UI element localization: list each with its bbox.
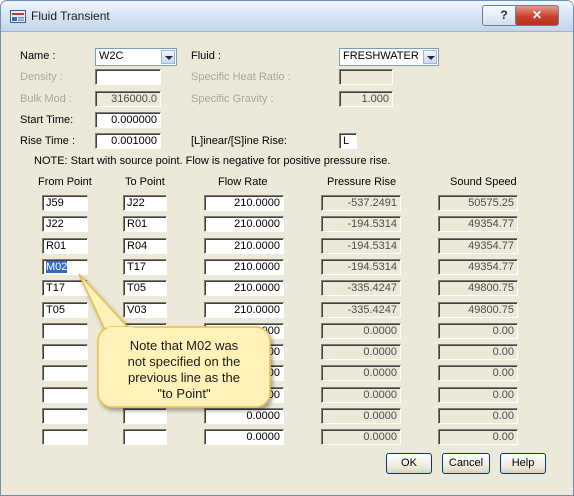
sound-speed-cell: 50575.25 (438, 195, 518, 211)
col-header-from-point: From Point (38, 176, 92, 188)
pressure-rise-cell: 0.0000 (321, 344, 401, 360)
fluid-transient-dialog: Fluid Transient ? ✕ Name : W2C Fluid : F… (0, 0, 574, 496)
to-point-cell[interactable]: R04 (123, 238, 167, 254)
bulk-mod-field: 316000.0 (95, 91, 161, 107)
from-point-cell[interactable] (42, 387, 88, 403)
flow-rate-cell[interactable]: 0.0000 (204, 429, 284, 445)
sound-speed-cell: 49800.75 (438, 302, 518, 318)
start-time-field[interactable]: 0.000000 (95, 112, 161, 128)
from-point-cell[interactable] (42, 408, 88, 424)
cancel-button[interactable]: Cancel (442, 453, 490, 474)
specific-gravity-label: Specific Gravity : (191, 93, 274, 105)
help-button[interactable]: Help (500, 453, 546, 474)
sound-speed-cell: 0.00 (438, 344, 518, 360)
sound-speed-cell: 0.00 (438, 365, 518, 381)
from-point-cell[interactable] (42, 365, 88, 381)
pressure-rise-cell: 0.0000 (321, 408, 401, 424)
from-point-cell[interactable]: M02 (42, 259, 88, 275)
from-point-cell[interactable] (42, 429, 88, 445)
fluid-dropdown[interactable]: FRESHWATER (339, 48, 439, 66)
sound-speed-cell: 49354.77 (438, 238, 518, 254)
callout-line: previous line as the (127, 370, 240, 385)
flow-rate-cell[interactable]: 210.0000 (204, 195, 284, 211)
pressure-rise-cell: -537.2491 (321, 195, 401, 211)
callout-text: Note that M02 was not specified on the p… (98, 338, 270, 402)
to-point-cell[interactable]: J22 (123, 195, 167, 211)
name-dropdown-value: W2C (99, 50, 124, 62)
specific-gravity-field: 1.000 (339, 91, 393, 107)
to-point-cell[interactable]: T17 (123, 259, 167, 275)
app-icon (10, 10, 26, 23)
window-title: Fluid Transient (31, 9, 110, 23)
density-field[interactable] (95, 69, 161, 85)
from-point-cell[interactable] (42, 323, 88, 339)
col-header-pressure-rise: Pressure Rise (327, 176, 397, 188)
fluid-dropdown-value: FRESHWATER (343, 50, 419, 62)
specific-heat-ratio-field (339, 69, 393, 85)
flow-rate-cell[interactable]: 210.0000 (204, 302, 284, 318)
pressure-rise-cell: -335.4247 (321, 302, 401, 318)
density-label: Density : (20, 71, 63, 83)
dialog-body: Name : W2C Fluid : FRESHWATER Density : … (6, 34, 567, 489)
name-label: Name : (20, 50, 56, 62)
sound-speed-cell: 0.00 (438, 323, 518, 339)
specific-heat-ratio-label: Specific Heat Ratio : (191, 71, 291, 83)
title-close-button[interactable]: ✕ (515, 5, 559, 26)
rise-time-label: Rise Time : (20, 135, 76, 147)
from-point-cell[interactable]: T17 (42, 280, 88, 296)
ok-button[interactable]: OK (386, 453, 432, 474)
pressure-rise-cell: -194.5314 (321, 259, 401, 275)
sound-speed-cell: 0.00 (438, 429, 518, 445)
bulk-mod-label: Bulk Mod : (20, 93, 72, 105)
flow-rate-cell[interactable]: 210.0000 (204, 238, 284, 254)
from-point-cell[interactable]: J22 (42, 216, 88, 232)
flow-rate-cell[interactable]: 210.0000 (204, 216, 284, 232)
to-point-cell[interactable]: T05 (123, 280, 167, 296)
from-point-cell[interactable]: J59 (42, 195, 88, 211)
to-point-cell[interactable]: V03 (123, 302, 167, 318)
chevron-down-icon[interactable] (423, 50, 437, 64)
pressure-rise-cell: 0.0000 (321, 365, 401, 381)
flow-rate-cell[interactable]: 210.0000 (204, 259, 284, 275)
name-dropdown[interactable]: W2C (95, 48, 177, 66)
col-header-flow-rate: Flow Rate (218, 176, 268, 188)
pressure-rise-cell: -194.5314 (321, 238, 401, 254)
callout-line: "to Point" (157, 386, 211, 401)
pressure-rise-cell: -335.4247 (321, 280, 401, 296)
callout-note: Note that M02 was not specified on the p… (98, 328, 270, 408)
col-header-sound-speed: Sound Speed (450, 176, 517, 188)
rise-type-label: [L]inear/[S]ine Rise: (191, 135, 287, 147)
flow-rate-cell[interactable]: 210.0000 (204, 280, 284, 296)
sound-speed-cell: 49800.75 (438, 280, 518, 296)
to-point-cell[interactable] (123, 408, 167, 424)
sound-speed-cell: 49354.77 (438, 216, 518, 232)
to-point-cell[interactable] (123, 429, 167, 445)
source-point-note: NOTE: Start with source point. Flow is n… (34, 155, 391, 167)
pressure-rise-cell: 0.0000 (321, 387, 401, 403)
from-point-cell[interactable]: R01 (42, 238, 88, 254)
pressure-rise-cell: 0.0000 (321, 429, 401, 445)
rise-type-field[interactable]: L (339, 133, 357, 149)
pressure-rise-cell: 0.0000 (321, 323, 401, 339)
col-header-to-point: To Point (125, 176, 165, 188)
sound-speed-cell: 49354.77 (438, 259, 518, 275)
flow-rate-cell[interactable]: 0.0000 (204, 408, 284, 424)
rise-time-field[interactable]: 0.001000 (95, 133, 161, 149)
callout-line: not specified on the (127, 354, 241, 369)
from-point-cell[interactable] (42, 344, 88, 360)
to-point-cell[interactable]: R01 (123, 216, 167, 232)
start-time-label: Start Time: (20, 114, 74, 126)
callout-line: Note that M02 was (129, 338, 239, 353)
sound-speed-cell: 0.00 (438, 408, 518, 424)
sound-speed-cell: 0.00 (438, 387, 518, 403)
pressure-rise-cell: -194.5314 (321, 216, 401, 232)
chevron-down-icon[interactable] (161, 50, 175, 64)
selected-text: M02 (46, 261, 68, 273)
fluid-label: Fluid : (191, 50, 221, 62)
from-point-cell[interactable]: T05 (42, 302, 88, 318)
title-bar[interactable]: Fluid Transient ? ✕ (1, 1, 573, 32)
